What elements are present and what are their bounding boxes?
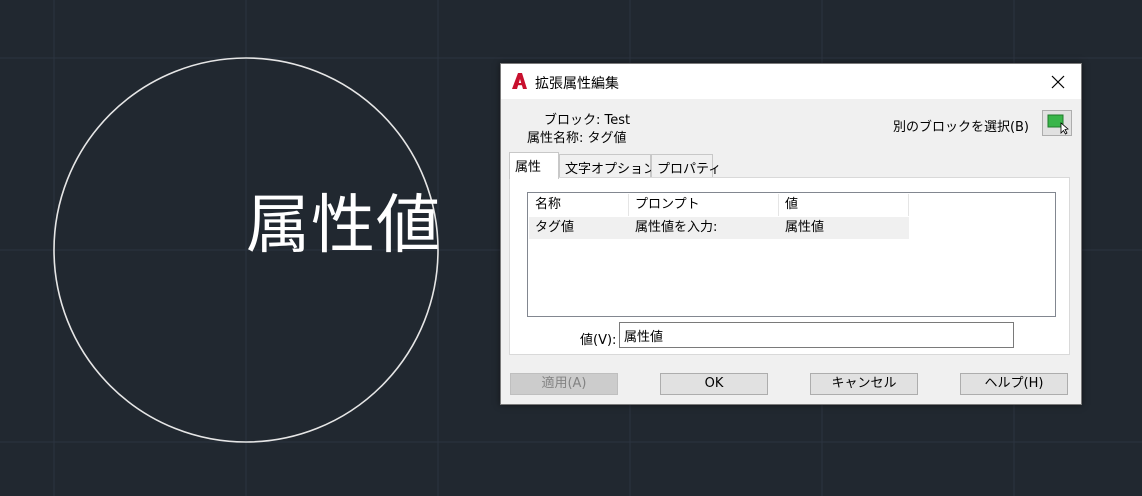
cell-tag: タグ値 [535,220,575,235]
help-button[interactable]: ヘルプ(H) [960,373,1068,395]
cell-prompt: 属性値を入力: [635,220,718,235]
title-bar[interactable]: 拡張属性編集 [501,64,1081,99]
tag-name-label: 属性名称: タグ値 [527,131,627,146]
tab-attribute[interactable]: 属性 [509,152,559,179]
block-name-label: ブロック: Test [544,113,631,128]
column-header-prompt[interactable]: プロンプト [629,194,779,216]
list-header: 名称 プロンプト 値 [529,194,909,216]
autocad-a-logo-icon [512,73,527,89]
apply-button[interactable]: 適用(A) [510,373,618,395]
tab-text-options[interactable]: 文字オプション [559,154,656,177]
attribute-text-entity[interactable]: 属性値 [246,183,441,269]
attribute-tab-panel: 名称 プロンプト 値 タグ値 属性値を入力: 属性値 値(V): [509,177,1070,355]
dialog-title: 拡張属性編集 [535,76,619,92]
cell-value: 属性値 [785,220,825,235]
attribute-list[interactable]: 名称 プロンプト 値 タグ値 属性値を入力: 属性値 [527,192,1056,317]
select-block-button[interactable] [1042,110,1072,136]
enhanced-attribute-editor-dialog: 拡張属性編集 ブロック: Test 属性名称: タグ値 別のブロックを選択(B)… [500,63,1082,405]
tab-properties[interactable]: プロパティ [651,154,721,177]
value-input[interactable] [619,322,1014,348]
select-block-pick-icon [1047,114,1069,135]
value-field-label: 値(V): [580,333,617,348]
cancel-button[interactable]: キャンセル [810,373,918,395]
ok-button[interactable]: OK [660,373,768,395]
close-button[interactable] [1035,64,1081,99]
close-icon [1051,75,1065,88]
column-header-value[interactable]: 値 [779,194,909,216]
column-header-name[interactable]: 名称 [529,194,629,216]
list-item[interactable]: タグ値 属性値を入力: 属性値 [529,217,909,239]
select-block-label: 別のブロックを選択(B) [892,120,1029,135]
